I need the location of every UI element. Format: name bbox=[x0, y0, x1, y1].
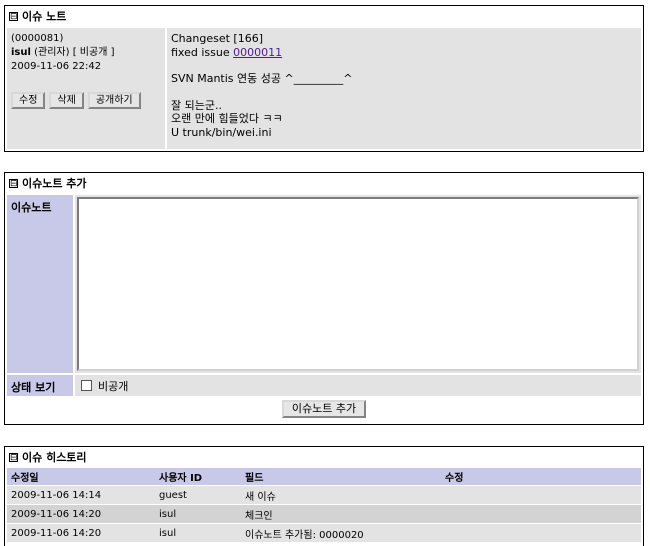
add-note-panel: ⊟ 이슈노트 추가 이슈노트 상태 보기 비공개 이슈노트 추가 bbox=[4, 172, 644, 425]
note-line-svn: SVN Mantis 연동 성공 ^_________^ bbox=[171, 72, 353, 85]
note-textarea-wrap bbox=[75, 195, 641, 373]
history-header-row: 수정일 사용자 ID 필드 수정 bbox=[7, 468, 641, 486]
note-line-4: 잘 되는군.. bbox=[171, 98, 222, 112]
add-note-button[interactable]: 이슈노트 추가 bbox=[281, 400, 367, 418]
row-change bbox=[441, 485, 641, 505]
note-line-6: U trunk/bin/wei.ini bbox=[171, 125, 272, 139]
row-date: 2009-11-06 14:20 bbox=[7, 523, 155, 542]
row-field: 새 이슈 bbox=[241, 485, 441, 505]
state-value: 비공개 bbox=[75, 375, 641, 396]
make-public-button[interactable]: 공개하기 bbox=[87, 92, 141, 109]
note-body: Changeset [166] fixed issue 0000011 SVN … bbox=[167, 28, 641, 149]
note-user: isul bbox=[11, 47, 31, 58]
collapse-icon[interactable]: ⊟ bbox=[9, 11, 18, 21]
collapse-icon[interactable]: ⊟ bbox=[9, 452, 18, 462]
row-user: isul bbox=[155, 504, 241, 524]
add-note-header: ⊟ 이슈노트 추가 bbox=[5, 173, 643, 193]
row-date: 2009-11-06 14:20 bbox=[7, 504, 155, 524]
edit-button[interactable]: 수정 bbox=[11, 92, 46, 109]
col-user: 사용자 ID bbox=[155, 468, 241, 486]
note-buttons: 수정 삭제 공개하기 bbox=[11, 92, 161, 109]
col-change: 수정 bbox=[441, 468, 641, 486]
private-label: 비공개 bbox=[98, 379, 129, 393]
row-field: 체크인 bbox=[241, 504, 441, 524]
collapse-icon[interactable]: ⊟ bbox=[9, 178, 18, 188]
note-timestamp: 2009-11-06 22:42 bbox=[11, 61, 102, 72]
table-row: 2009-11-06 14:20 isul 이슈노트 추가됨: 0000020 bbox=[7, 523, 641, 542]
row-user: isul bbox=[155, 523, 241, 542]
row-user: guest bbox=[155, 485, 241, 505]
row-date: 2009-11-06 14:14 bbox=[7, 485, 155, 505]
private-checkbox[interactable] bbox=[81, 380, 92, 391]
note-textarea[interactable] bbox=[77, 197, 639, 371]
col-date: 수정일 bbox=[7, 468, 155, 486]
row-change bbox=[441, 523, 641, 542]
col-field: 필드 bbox=[241, 468, 441, 486]
table-row: 2009-11-06 14:20 isul 체크인 bbox=[7, 504, 641, 524]
note-field-label: 이슈노트 bbox=[7, 195, 73, 373]
note-author: isul (관리자) [ 비공개 ] bbox=[11, 46, 161, 60]
issue-note-header: ⊟ 이슈 노트 bbox=[5, 6, 643, 26]
state-label: 상태 보기 bbox=[7, 375, 73, 396]
issue-link[interactable]: 0000011 bbox=[233, 46, 282, 59]
row-change bbox=[441, 504, 641, 524]
submit-row: 이슈노트 추가 bbox=[7, 400, 641, 420]
note-row: (0000081) isul (관리자) [ 비공개 ] 2009-11-06 … bbox=[7, 28, 641, 149]
note-line-changeset: Changeset [166] bbox=[171, 32, 264, 45]
note-line-5: 오랜 만에 힘들었다 ㅋㅋ bbox=[171, 112, 283, 125]
delete-button[interactable]: 삭제 bbox=[49, 92, 84, 109]
note-privacy: [ 비공개 ] bbox=[72, 47, 115, 58]
note-meta: (0000081) isul (관리자) [ 비공개 ] 2009-11-06 … bbox=[7, 28, 165, 149]
history-header: ⊟ 이슈 히스토리 bbox=[5, 447, 643, 467]
add-note-title: 이슈노트 추가 bbox=[22, 177, 87, 190]
note-line-fixed: fixed issue 0000011 bbox=[171, 46, 637, 60]
history-table: 수정일 사용자 ID 필드 수정 2009-11-06 14:14 guest … bbox=[7, 468, 641, 542]
row-field: 이슈노트 추가됨: 0000020 bbox=[241, 523, 441, 542]
history-panel: ⊟ 이슈 히스토리 수정일 사용자 ID 필드 수정 2009-11-06 14… bbox=[4, 446, 644, 546]
history-title: 이슈 히스토리 bbox=[22, 451, 87, 464]
issue-note-title: 이슈 노트 bbox=[22, 10, 67, 23]
note-id: (0000081) bbox=[11, 33, 64, 44]
fixed-prefix: fixed issue bbox=[171, 45, 234, 59]
issue-note-panel: ⊟ 이슈 노트 (0000081) isul (관리자) [ 비공개 ] 200… bbox=[4, 5, 644, 152]
note-role: (관리자) bbox=[34, 47, 70, 58]
table-row: 2009-11-06 14:14 guest 새 이슈 bbox=[7, 485, 641, 505]
